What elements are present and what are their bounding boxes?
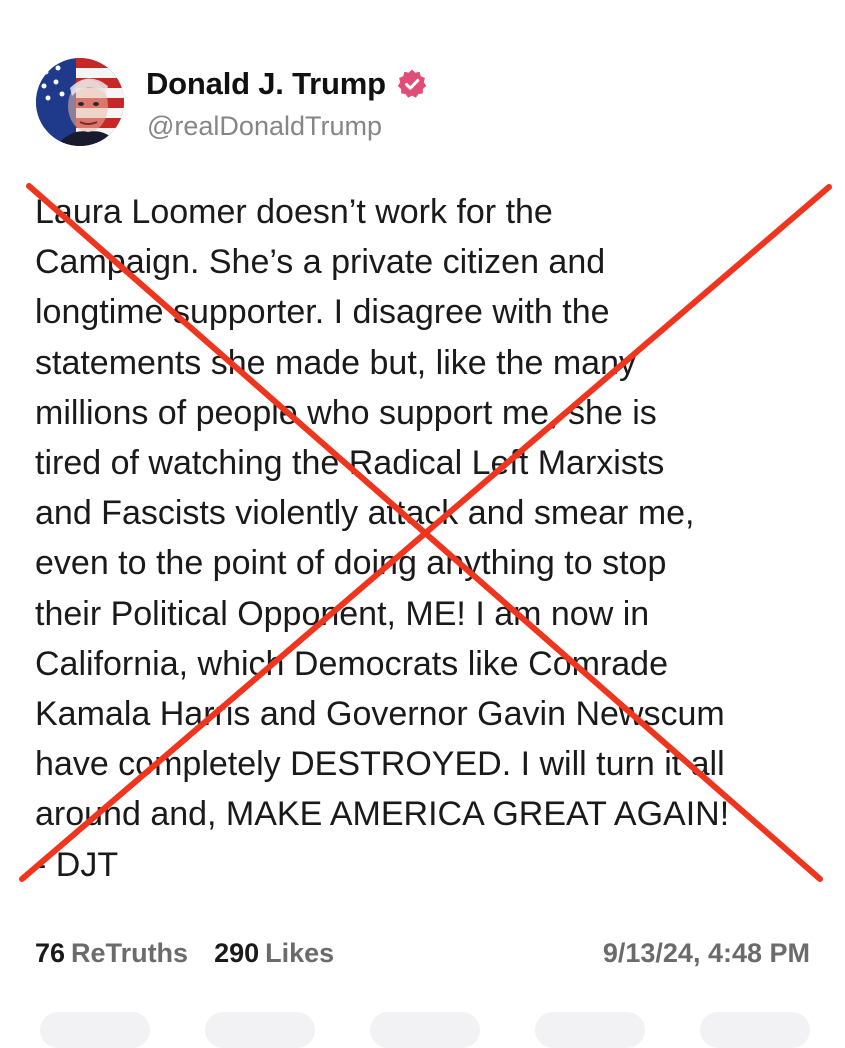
reply-button[interactable]: [40, 1012, 150, 1048]
profile-name-row: Donald J. Trump: [146, 66, 428, 102]
more-button[interactable]: [700, 1012, 810, 1048]
likes-count: 290: [214, 937, 260, 968]
like-button[interactable]: [370, 1012, 480, 1048]
post-timestamp: 9/13/24, 4:48 PM: [602, 937, 810, 968]
share-button[interactable]: [535, 1012, 645, 1048]
action-bar: [0, 1012, 845, 1048]
retruths-stat[interactable]: 76 ReTruths: [35, 938, 188, 969]
likes-stat[interactable]: 290 Likes: [214, 938, 334, 969]
flag-portrait-avatar-icon: [36, 58, 124, 146]
verified-badge-icon: [397, 69, 427, 98]
retruth-button[interactable]: [205, 1012, 315, 1048]
post-text: Laura Loomer doesn’t work for the Campai…: [35, 193, 730, 884]
display-name[interactable]: Donald J. Trump: [146, 66, 386, 102]
retruths-count: 76: [35, 937, 66, 968]
handle[interactable]: @realDonaldTrump: [147, 111, 382, 142]
avatar[interactable]: [36, 58, 124, 146]
likes-label: Likes: [265, 937, 335, 968]
retruths-label: ReTruths: [71, 937, 189, 968]
post-stats: 76 ReTruths 290 Likes 9/13/24, 4:48 PM: [35, 935, 810, 971]
